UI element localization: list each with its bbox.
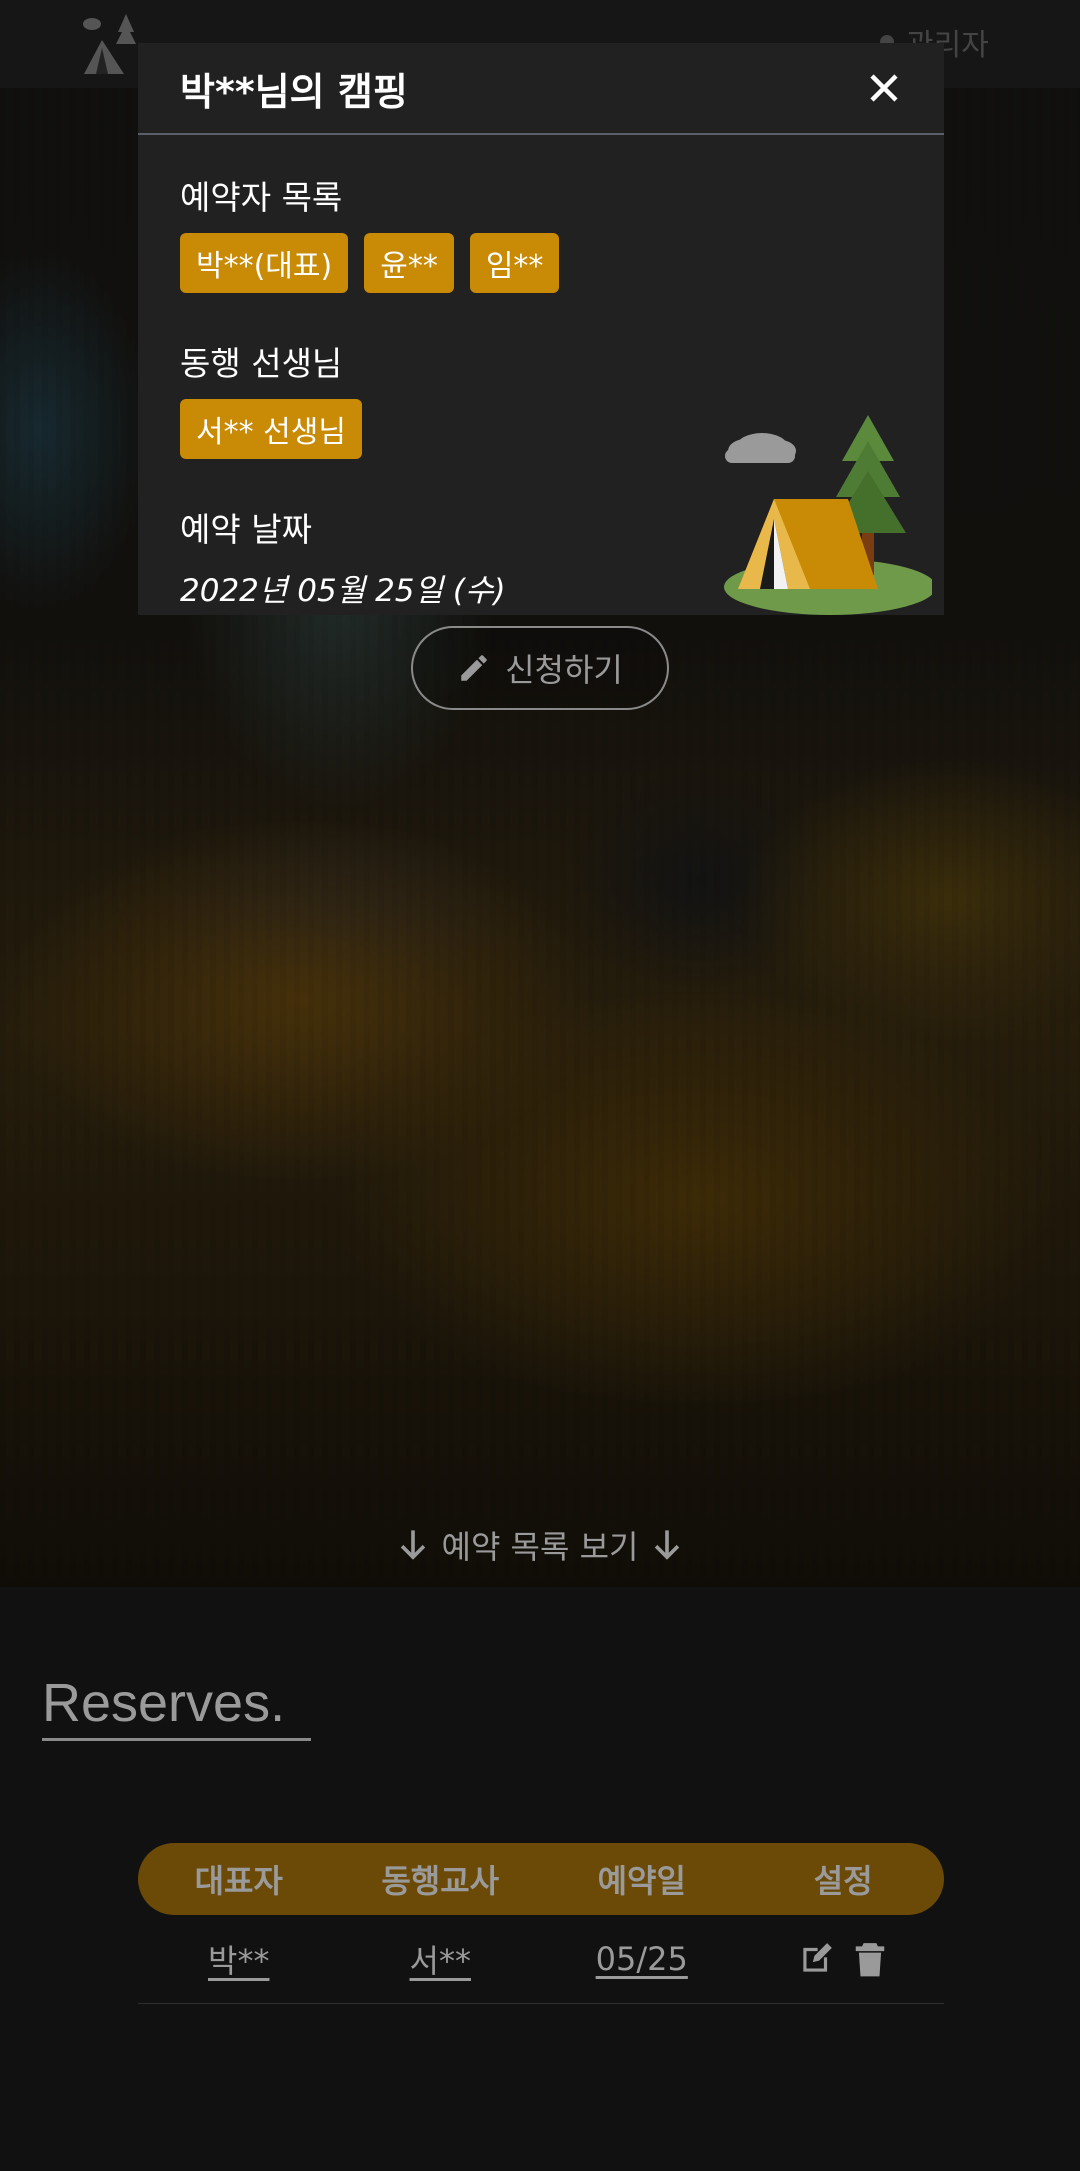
row-leader[interactable]: 박** xyxy=(138,1936,340,1982)
header-date: 예약일 xyxy=(597,1862,686,1900)
view-list-label: 예약 목록 보기 xyxy=(441,1528,639,1566)
row-date[interactable]: 05/25 xyxy=(541,1940,743,1978)
reserves-heading: Reserves. xyxy=(42,1672,312,1741)
trash-icon[interactable] xyxy=(851,1939,889,1979)
modal-header: 박**님의 캠핑 xyxy=(138,43,944,135)
camping-illustration-icon xyxy=(724,415,932,615)
table-header: 대표자 동행교사 예약일 설정 xyxy=(138,1843,944,1915)
camping-tent-logo-icon[interactable] xyxy=(80,10,144,74)
apply-label: 신청하기 xyxy=(505,651,623,689)
close-button[interactable] xyxy=(864,68,904,108)
reserver-chip: 박**(대표) xyxy=(180,233,349,293)
header-settings: 설정 xyxy=(813,1862,873,1900)
reserver-chip: 윤** xyxy=(364,233,454,293)
reservations-table: 대표자 동행교사 예약일 설정 박** 서** 05/25 xyxy=(138,1843,944,2004)
pencil-icon xyxy=(461,655,487,681)
row-actions xyxy=(743,1939,945,1979)
edit-icon[interactable] xyxy=(797,1939,835,1979)
reservers-label: 예약자 목록 xyxy=(180,178,343,217)
apply-button[interactable]: 신청하기 xyxy=(411,626,669,710)
teacher-chip: 서** 선생님 xyxy=(180,399,362,459)
arrow-down-icon xyxy=(400,1530,425,1560)
row-teacher[interactable]: 서** xyxy=(340,1936,542,1982)
camping-detail-modal: 박**님의 캠핑 예약자 목록 박**(대표) 윤** 임** 동행 선생님 서… xyxy=(138,43,944,615)
teacher-label: 동행 선생님 xyxy=(180,344,343,383)
header-leader: 대표자 xyxy=(194,1862,283,1900)
table-row: 박** 서** 05/25 xyxy=(138,1915,944,2004)
view-reservations-link[interactable]: 예약 목록 보기 xyxy=(390,1520,690,1570)
reserver-chip: 임** xyxy=(469,233,560,293)
close-icon xyxy=(870,74,898,102)
header-teacher: 동행교사 xyxy=(381,1862,500,1900)
reservers-chips: 박**(대표) 윤** 임** xyxy=(180,233,902,293)
modal-title: 박**님의 캠핑 xyxy=(180,69,408,114)
arrow-down-icon xyxy=(655,1530,680,1560)
